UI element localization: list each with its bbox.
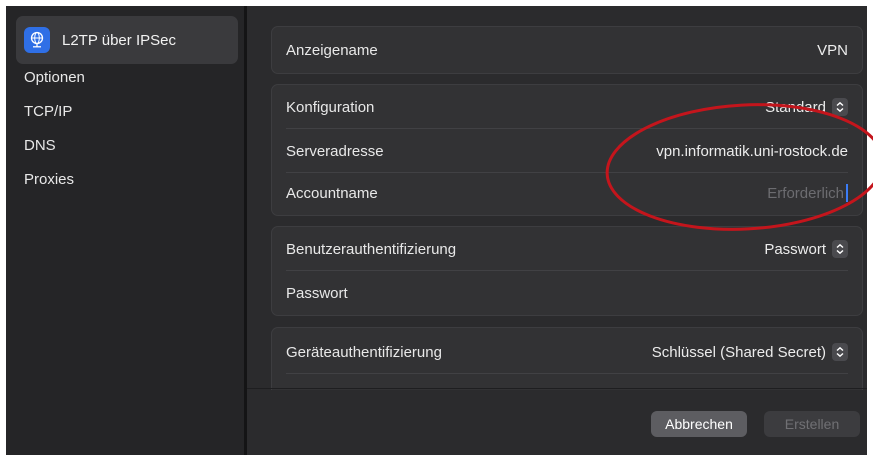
- row-anzeigename[interactable]: Anzeigename VPN: [286, 28, 848, 72]
- serveradresse-value[interactable]: vpn.informatik.uni-rostock.de: [656, 143, 848, 160]
- sidebar-item-optionen[interactable]: Optionen: [24, 69, 85, 86]
- anzeigename-value[interactable]: VPN: [817, 42, 848, 59]
- benutzerauth-value: Passwort: [764, 240, 826, 258]
- chevron-updown-icon: [832, 98, 848, 116]
- konfiguration-popup[interactable]: Standard: [765, 98, 848, 116]
- geraeteauth-label: Geräteauthentifizierung: [286, 343, 442, 361]
- benutzerauth-popup[interactable]: Passwort: [764, 240, 848, 258]
- main-panel: Anzeigename VPN Konfiguration Standard S…: [247, 6, 867, 455]
- sidebar-item-tcpip[interactable]: TCP/IP: [24, 103, 72, 120]
- group-display-name: Anzeigename VPN: [271, 26, 863, 74]
- row-serveradresse[interactable]: Serveradresse vpn.informatik.uni-rostock…: [286, 129, 848, 173]
- passwort-label: Passwort: [286, 284, 348, 302]
- row-konfiguration: Konfiguration Standard: [286, 85, 848, 129]
- accountname-label: Accountname: [286, 184, 378, 202]
- geraeteauth-popup[interactable]: Schlüssel (Shared Secret): [652, 343, 848, 361]
- group-connection: Konfiguration Standard Serveradresse vpn…: [271, 84, 863, 216]
- anzeigename-label: Anzeigename: [286, 41, 378, 59]
- create-button[interactable]: Erstellen: [764, 411, 860, 437]
- row-accountname[interactable]: Accountname Erforderlich: [286, 171, 848, 215]
- sidebar-item-dns[interactable]: DNS: [24, 137, 56, 154]
- geraeteauth-value: Schlüssel (Shared Secret): [651, 343, 826, 361]
- accountname-placeholder: Erforderlich: [767, 184, 844, 202]
- chevron-updown-icon: [832, 240, 848, 258]
- benutzerauth-label: Benutzerauthentifizierung: [286, 240, 457, 258]
- serveradresse-label: Serveradresse: [286, 142, 384, 160]
- footer-divider: [247, 388, 867, 389]
- chevron-updown-icon: [832, 343, 848, 361]
- sidebar: L2TP über IPSec Optionen TCP/IP DNS Prox…: [6, 6, 244, 455]
- sidebar-item-l2tp[interactable]: L2TP über IPSec: [16, 16, 238, 64]
- row-separator: [286, 373, 848, 374]
- accountname-input[interactable]: Erforderlich: [767, 184, 848, 202]
- text-cursor: [846, 184, 848, 202]
- window-frame-right: [867, 0, 873, 455]
- globe-network-icon: [24, 27, 50, 53]
- konfiguration-value: Standard: [765, 98, 826, 116]
- row-benutzerauth: Benutzerauthentifizierung Passwort: [286, 227, 848, 271]
- group-device-auth: Geräteauthentifizierung Schlüssel (Share…: [271, 327, 863, 390]
- sidebar-item-label: L2TP über IPSec: [62, 31, 176, 49]
- sidebar-item-proxies[interactable]: Proxies: [24, 171, 74, 188]
- row-geraeteauth: Geräteauthentifizierung Schlüssel (Share…: [286, 330, 848, 374]
- konfiguration-label: Konfiguration: [286, 98, 375, 116]
- cancel-button[interactable]: Abbrechen: [651, 411, 747, 437]
- row-passwort[interactable]: Passwort: [286, 271, 848, 315]
- group-user-auth: Benutzerauthentifizierung Passwort Passw…: [271, 226, 863, 316]
